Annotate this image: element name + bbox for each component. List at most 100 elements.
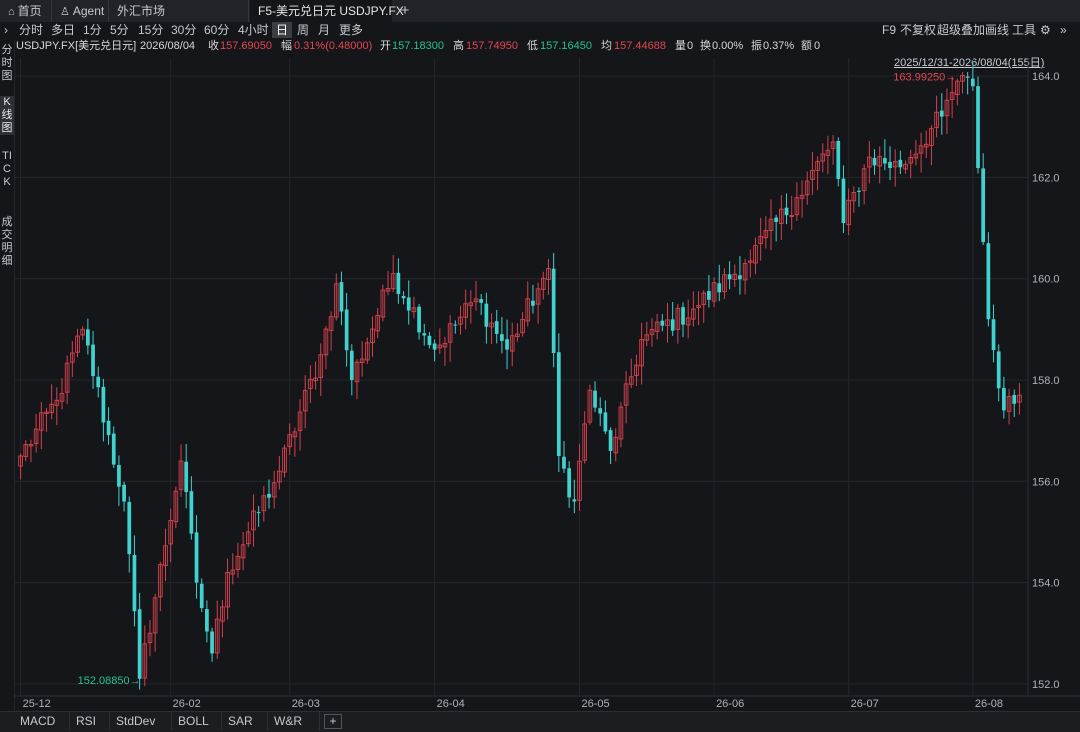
candle-body-down (427, 335, 432, 346)
candle-body-down (572, 499, 577, 502)
candle-body-down (727, 274, 732, 280)
candle-body-down (1012, 394, 1017, 404)
candle-body-down (986, 243, 991, 320)
candle-body-down (500, 334, 504, 341)
candle-body-down (401, 295, 406, 299)
candle-body-down (939, 110, 944, 117)
x-tick-label: 26-06 (716, 698, 744, 710)
candle-body-down (106, 420, 111, 436)
candle-body-down (210, 631, 214, 654)
candle-body-down (660, 320, 665, 326)
y-tick-label: 152.0 (1032, 679, 1060, 691)
candle-body-down (598, 408, 603, 414)
candle-body-down (603, 412, 608, 432)
y-tick-label: 164.0 (1032, 71, 1060, 83)
candle-body-down (111, 433, 116, 465)
indicator-boll[interactable]: BOLL (172, 712, 222, 731)
candle-body-down (1002, 387, 1006, 411)
candle-body-down (349, 350, 354, 380)
candlestick-chart[interactable]: 152.0 154.0 156.0 158.0 160.0 162.0 164.0 25-1… (0, 0, 1080, 711)
candle-body-down (432, 343, 437, 350)
x-tick-label: 26-05 (582, 698, 610, 710)
candle-body-down (608, 430, 613, 451)
candle-body-down (784, 207, 789, 216)
x-tick-label: 26-02 (173, 698, 201, 710)
indicator-wr[interactable]: W&R (268, 712, 320, 731)
max-price-label: 163.99250→ (893, 72, 956, 84)
candle-body-down (774, 217, 779, 222)
y-tick-label: 156.0 (1032, 476, 1060, 488)
y-tick-label: 160.0 (1032, 274, 1060, 286)
candle-body-down (205, 609, 209, 632)
min-price-label: 152.08850→ (78, 675, 141, 687)
indicator-rsi[interactable]: RSI (70, 712, 110, 731)
candle-body-down (184, 461, 189, 493)
candle-body-down (137, 609, 142, 679)
candle-body-down (256, 512, 261, 514)
candle-body-down (738, 275, 742, 280)
indicator-stddev[interactable]: StdDev (110, 712, 172, 731)
candle-body-down (422, 333, 427, 336)
candle-body-down (96, 376, 101, 388)
candle-body-down (199, 583, 204, 609)
y-tick-label: 154.0 (1032, 578, 1060, 590)
candle-body-down (857, 190, 861, 192)
candle-body-down (567, 468, 572, 498)
candle-body-down (344, 309, 349, 351)
extreme-markers: 163.99250→ 152.08850→ (78, 72, 957, 687)
x-tick-label: 25-12 (23, 698, 51, 710)
candle-body-down (888, 161, 892, 168)
candle-body-down (593, 390, 597, 408)
candle-body-down (556, 352, 561, 456)
candle-body-down (872, 157, 877, 166)
x-tick-label: 26-08 (975, 698, 1003, 710)
candle-body-down (479, 299, 484, 303)
candle-body-down (681, 307, 685, 325)
candle-body-down (122, 484, 126, 502)
y-tick-label: 162.0 (1032, 172, 1060, 184)
candle-body-down (965, 76, 970, 78)
candle-body-down (494, 321, 499, 334)
candle-body-down (484, 303, 489, 327)
candle-body-down (189, 491, 194, 534)
x-axis: 25-12 26-02 26-03 26-04 26-05 26-06 26-07 26-08 (23, 698, 1003, 710)
candle-body-down (91, 344, 95, 377)
candle-body-down (267, 493, 271, 498)
add-indicator-button[interactable]: + (324, 714, 342, 729)
candle-body-down (453, 324, 458, 326)
x-tick-label: 26-07 (851, 698, 879, 710)
candle-body-down (882, 158, 887, 164)
candle-body-down (991, 319, 996, 351)
y-axis: 152.0 154.0 156.0 158.0 160.0 162.0 164.0 (1032, 71, 1060, 691)
candle-body-down (836, 140, 841, 179)
candle-body-down (86, 329, 90, 346)
candle-body-down (841, 178, 846, 223)
candle-body-down (981, 168, 986, 243)
indicator-sar[interactable]: SAR (222, 712, 268, 731)
x-tick-label: 26-04 (437, 698, 465, 710)
candle-body-down (505, 339, 509, 350)
y-tick-label: 158.0 (1032, 375, 1060, 387)
candle-body-down (996, 351, 1001, 389)
candle-body-down (339, 282, 344, 312)
chart-grid (14, 58, 1080, 697)
candle-body-down (562, 456, 566, 469)
candle-body-down (898, 159, 903, 168)
candle-body-down (670, 319, 675, 331)
candles (18, 61, 1022, 690)
candle-body-down (127, 502, 132, 555)
candle-body-down (406, 297, 411, 311)
candle-body-down (194, 532, 199, 583)
candle-body-down (117, 464, 121, 487)
candle-body-down (551, 268, 556, 354)
candle-body-down (101, 386, 106, 423)
indicator-macd[interactable]: MACD (14, 712, 70, 731)
candle-body-down (976, 86, 980, 169)
candle-body-down (531, 300, 535, 306)
candle-body-down (417, 306, 421, 333)
candle-body-down (396, 272, 401, 295)
candle-body-down (717, 283, 722, 293)
candle-body-down (132, 554, 137, 612)
candle-body-down (970, 78, 975, 87)
candle-body-down (707, 291, 711, 300)
